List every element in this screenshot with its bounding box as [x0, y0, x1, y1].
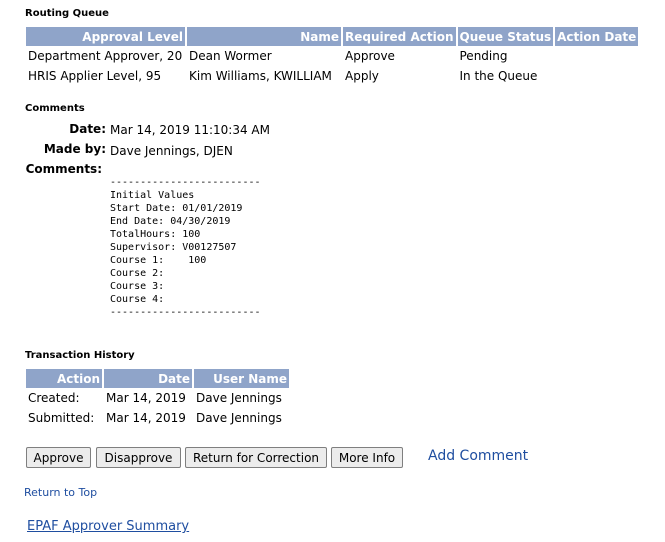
made-by-label: Made by:: [43, 142, 106, 156]
queue-status-cell: In the Queue: [459, 69, 538, 83]
col-date: Date: [104, 369, 192, 388]
comment-text: ------------------------- Initial Values…: [110, 177, 261, 318]
name-cell: Dean Wormer: [189, 49, 272, 63]
date-label: Date:: [69, 122, 106, 136]
return-for-correction-button[interactable]: Return for Correction: [185, 447, 327, 468]
user-name-cell: Dave Jennings: [196, 411, 282, 425]
epaf-approver-summary-link[interactable]: EPAF Approver Summary: [27, 519, 189, 534]
action-cell: Submitted:: [28, 411, 95, 425]
action-date-cell: [555, 46, 638, 66]
comments-label: Comments:: [25, 162, 102, 176]
comments-title: Comments: [25, 103, 85, 114]
queue-status-cell: Pending: [459, 49, 508, 63]
approve-button[interactable]: Approve: [26, 447, 91, 468]
approval-level-cell: HRIS Applier Level, 95: [28, 69, 162, 83]
required-action-cell: Apply: [345, 69, 379, 83]
table-row: Department Approver, 20 Dean Wormer Appr…: [26, 46, 638, 66]
routing-queue-table: Approval Level Name Required Action Queu…: [24, 27, 640, 86]
col-approval-level: Approval Level: [26, 27, 185, 46]
table-row: Submitted: Mar 14, 2019 Dave Jennings: [26, 408, 289, 428]
col-action-date: Action Date: [555, 27, 639, 46]
return-to-top-link[interactable]: Return to Top: [24, 486, 97, 499]
more-info-button[interactable]: More Info: [331, 447, 403, 468]
disapprove-button[interactable]: Disapprove: [96, 447, 181, 468]
date-value: Mar 14, 2019 11:10:34 AM: [110, 123, 270, 137]
user-name-cell: Dave Jennings: [196, 391, 282, 405]
routing-queue-title: Routing Queue: [25, 8, 109, 19]
col-action: Action: [26, 369, 102, 388]
approval-level-cell: Department Approver, 20: [28, 49, 183, 63]
col-user-name: User Name: [194, 369, 289, 388]
date-cell: Mar 14, 2019: [106, 391, 186, 405]
action-date-cell: [555, 66, 638, 86]
table-row: HRIS Applier Level, 95 Kim Williams, KWI…: [26, 66, 638, 86]
col-required-action: Required Action: [343, 27, 456, 46]
transaction-history-header-row: Action Date User Name: [26, 369, 289, 388]
name-cell: Kim Williams, KWILLIAM: [189, 69, 332, 83]
transaction-history-table: Action Date User Name Created: Mar 14, 2…: [24, 369, 291, 428]
action-cell: Created:: [28, 391, 80, 405]
col-name: Name: [187, 27, 341, 46]
required-action-cell: Approve: [345, 49, 395, 63]
col-queue-status: Queue Status: [457, 27, 554, 46]
add-comment-link[interactable]: Add Comment: [428, 448, 528, 464]
made-by-value: Dave Jennings, DJEN: [110, 144, 233, 158]
routing-queue-header-row: Approval Level Name Required Action Queu…: [26, 27, 639, 46]
table-row: Created: Mar 14, 2019 Dave Jennings: [26, 388, 289, 408]
transaction-history-title: Transaction History: [25, 350, 135, 361]
date-cell: Mar 14, 2019: [106, 411, 186, 425]
